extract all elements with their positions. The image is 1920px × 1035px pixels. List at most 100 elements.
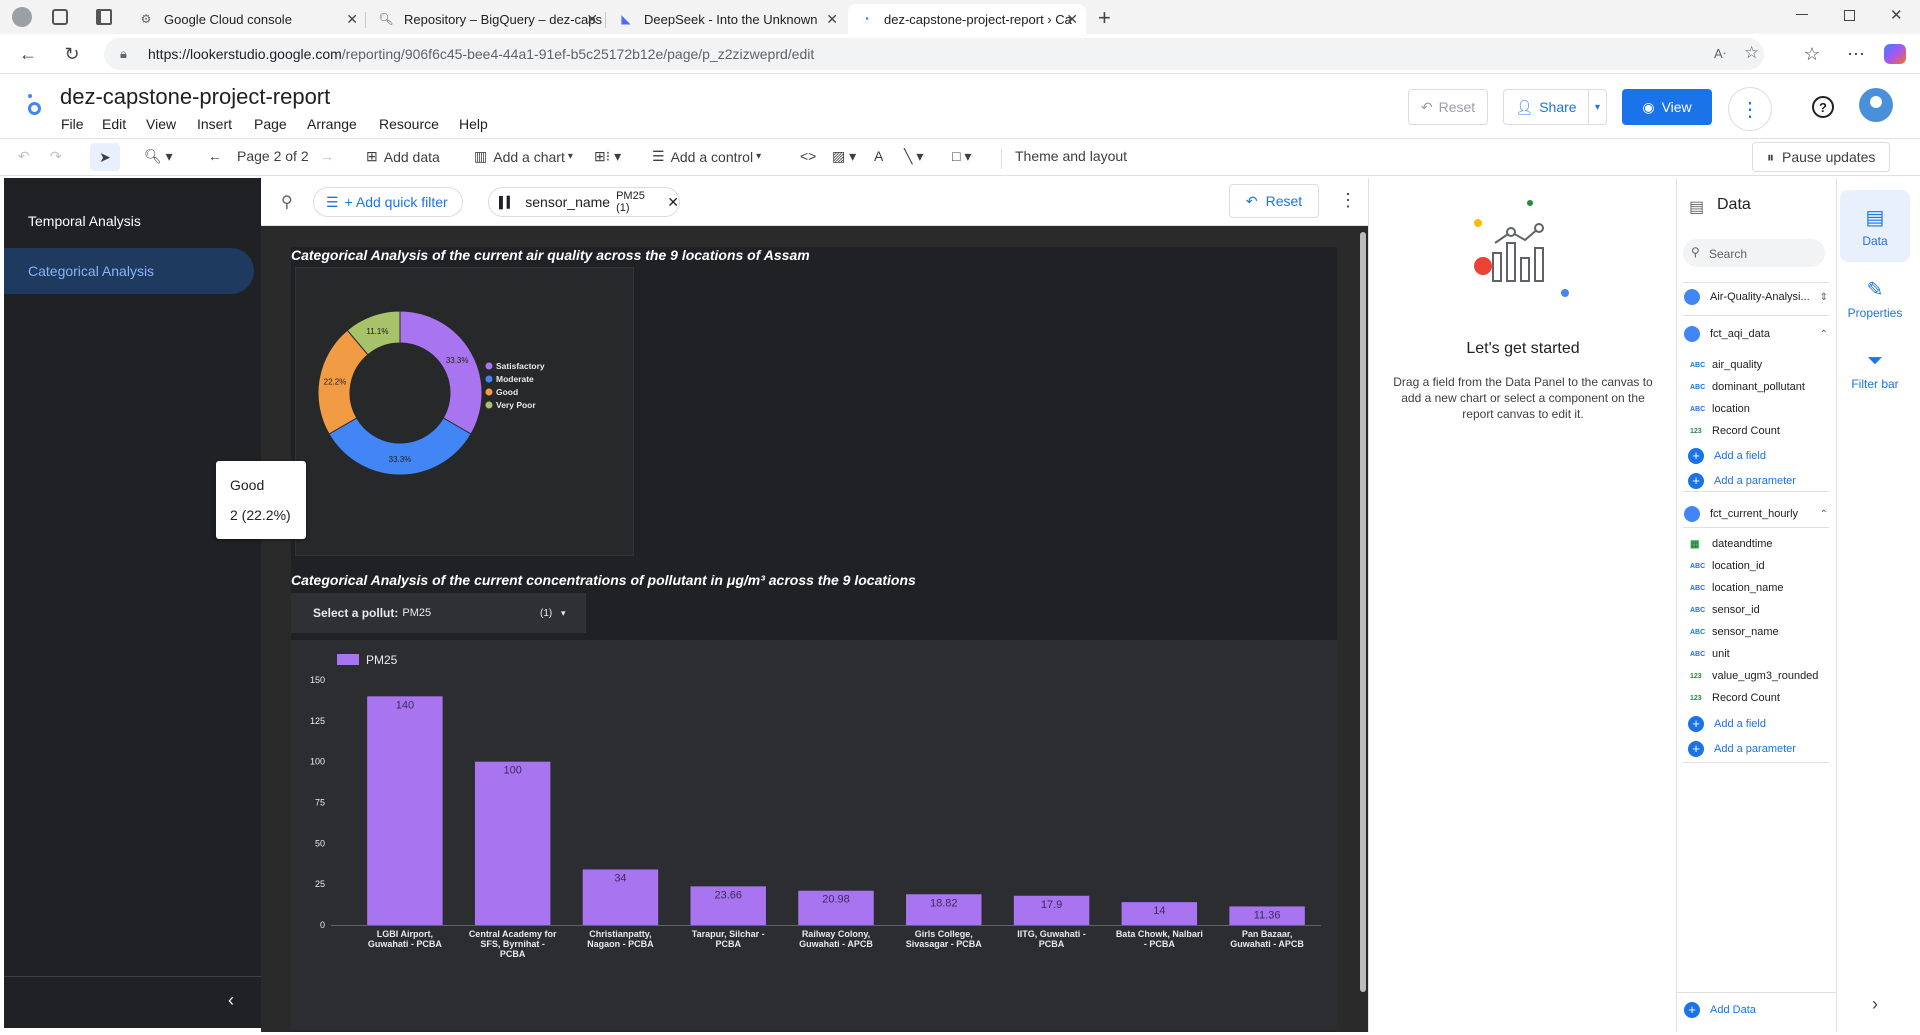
minimize-icon[interactable]: [1796, 14, 1808, 15]
back-icon[interactable]: ←: [16, 42, 40, 66]
view-button[interactable]: ◉ View: [1622, 89, 1712, 125]
reload-icon[interactable]: ↻: [60, 42, 84, 66]
field-sensor-name[interactable]: ABC sensor_name: [1690, 626, 1779, 638]
restore-icon[interactable]: [1844, 10, 1855, 21]
field-value-ugm3-rounded[interactable]: 123 value_ugm3_rounded: [1690, 670, 1818, 682]
avatar[interactable]: [1859, 88, 1893, 122]
field-sensor-id[interactable]: ABC sensor_id: [1690, 604, 1760, 616]
pause-updates-button[interactable]: ⏸ Pause updates: [1752, 142, 1891, 172]
field-record-count-2[interactable]: 123 Record Count: [1690, 692, 1780, 704]
filter-icon[interactable]: ⚲: [281, 192, 293, 212]
field-dominant-pollutant[interactable]: ABC dominant_pollutant: [1690, 381, 1805, 393]
data-search-field[interactable]: ⚲ Search: [1683, 239, 1825, 267]
browser-tab-bigquery[interactable]: 🔍︎ Repository – BigQuery – dez-caps ✕: [368, 4, 606, 34]
browser-tab-deepseek[interactable]: ◣ DeepSeek - Into the Unknown ✕: [608, 4, 846, 34]
chevron-right-icon[interactable]: ›: [1872, 994, 1878, 1015]
share-dropdown-button[interactable]: ▾: [1589, 89, 1607, 125]
add-field-link-2[interactable]: + Add a field: [1688, 716, 1766, 732]
page-indicator: Page 2 of 2: [237, 148, 309, 164]
reset-button[interactable]: ↶ Reset: [1408, 89, 1488, 125]
menu-help[interactable]: Help: [459, 116, 488, 132]
add-control-button[interactable]: ☰ Add a control ▾: [652, 148, 761, 165]
field-location-id[interactable]: ABC location_id: [1690, 560, 1765, 572]
add-data-button[interactable]: ⊞ Add data: [366, 148, 440, 165]
report-title[interactable]: dez-capstone-project-report: [60, 84, 330, 110]
lock-icon[interactable]: 🔒︎: [120, 46, 127, 62]
read-aloud-icon[interactable]: Aᐧ: [1714, 46, 1726, 62]
image-icon[interactable]: ▨ ▾: [832, 148, 856, 165]
menu-insert[interactable]: Insert: [197, 116, 232, 132]
add-parameter-link[interactable]: + Add a parameter: [1688, 473, 1796, 489]
eye-icon: ◉: [1642, 98, 1655, 115]
close-icon[interactable]: ✕: [586, 11, 598, 28]
close-icon[interactable]: ✕: [346, 11, 358, 28]
field-unit[interactable]: ABC unit: [1690, 648, 1730, 660]
field-location[interactable]: ABC location: [1690, 403, 1750, 415]
field-location-name[interactable]: ABC location_name: [1690, 582, 1784, 594]
add-chart-button[interactable]: ▥ Add a chart ▾: [474, 148, 573, 165]
tab-actions-icon[interactable]: [96, 9, 112, 25]
page-item-categorical-analysis[interactable]: Categorical Analysis: [4, 248, 254, 294]
menu-file[interactable]: File: [61, 116, 84, 132]
copilot-icon[interactable]: [1884, 44, 1906, 64]
window-close-icon[interactable]: ✕: [1890, 6, 1903, 24]
looker-studio-logo[interactable]: [24, 92, 42, 118]
filter-reset-button[interactable]: ↶ Reset: [1229, 184, 1319, 218]
tab-properties[interactable]: ✎ Properties: [1840, 262, 1910, 334]
workspaces-icon[interactable]: [52, 9, 68, 25]
shape-icon[interactable]: □ ▾: [952, 148, 971, 165]
menu-resource[interactable]: Resource: [379, 116, 439, 132]
previous-page-icon[interactable]: ←: [208, 148, 222, 164]
more-icon[interactable]: ⋯: [1844, 42, 1868, 66]
add-quick-filter-button[interactable]: ☰ + Add quick filter: [313, 187, 463, 217]
redo-icon[interactable]: ↷: [50, 148, 62, 165]
add-parameter-link-2[interactable]: + Add a parameter: [1688, 741, 1796, 757]
page-item-temporal-analysis[interactable]: Temporal Analysis: [4, 198, 254, 244]
collapse-panel-icon[interactable]: ‹: [228, 990, 234, 1011]
field-record-count[interactable]: 123 Record Count: [1690, 425, 1780, 437]
next-page-icon[interactable]: →: [320, 148, 334, 164]
profile-icon[interactable]: [12, 7, 32, 27]
data-source-air-quality[interactable]: Air-Quality-Analysi... ⇕: [1684, 284, 1834, 310]
browser-tab-looker-active[interactable]: ◔ dez-capstone-project-report › Ca ✕: [848, 4, 1086, 34]
filter-chip-sensor-name[interactable]: ▌▍ sensor_name PM25 (1) ✕: [488, 187, 680, 217]
menu-arrange[interactable]: Arrange: [307, 116, 357, 132]
line-icon[interactable]: ╲ ▾: [904, 148, 923, 165]
data-source-fct-aqi-data[interactable]: fct_aqi_data ⌃: [1684, 321, 1834, 347]
new-tab-icon[interactable]: +: [1098, 5, 1111, 31]
canvas-scrollbar[interactable]: [1360, 232, 1366, 992]
text-box-icon[interactable]: A: [874, 148, 883, 164]
x-tick-label: IITG, Guwahati -: [1017, 929, 1086, 939]
help-icon[interactable]: ?: [1812, 96, 1834, 118]
menu-view[interactable]: View: [146, 116, 176, 132]
undo-icon[interactable]: ↶: [18, 148, 30, 165]
theme-and-layout-button[interactable]: Theme and layout: [1015, 148, 1127, 164]
close-icon[interactable]: ✕: [1066, 11, 1078, 28]
browser-tab-bar: ⚙ Google Cloud console ✕ 🔍︎ Repository –…: [0, 0, 1920, 34]
favorite-star-icon[interactable]: ☆: [1744, 43, 1759, 63]
pollutant-selector[interactable]: Select a pollut: PM25 (1) ▾: [291, 593, 586, 633]
field-dateandtime[interactable]: ▦ dateandtime: [1690, 538, 1773, 550]
more-vert-icon[interactable]: ⋮: [1339, 190, 1357, 211]
favorites-icon[interactable]: ☆: [1800, 42, 1824, 66]
add-field-link[interactable]: + Add a field: [1688, 448, 1766, 464]
url-field[interactable]: 🔒︎ https://lookerstudio.google.com/repor…: [104, 38, 1764, 70]
browser-tab-cloud-console[interactable]: ⚙ Google Cloud console ✕: [128, 4, 366, 34]
community-viz-button[interactable]: ⊞⁝ ▾: [594, 148, 621, 165]
menu-page[interactable]: Page: [254, 116, 287, 132]
tab-filter-bar[interactable]: ⏷ Filter bar: [1840, 334, 1910, 406]
select-pointer-icon[interactable]: ➤: [90, 143, 120, 171]
data-source-fct-current-hourly[interactable]: fct_current_hourly ⌃: [1684, 501, 1834, 527]
tab-data[interactable]: ▤ Data: [1840, 190, 1910, 262]
share-button[interactable]: 👤︎ Share: [1503, 89, 1589, 125]
more-options-icon[interactable]: ⋮: [1728, 87, 1772, 131]
close-icon[interactable]: ✕: [826, 11, 838, 28]
zoom-icon[interactable]: 🔍︎ ▾: [144, 148, 173, 165]
embed-code-icon[interactable]: <>: [800, 148, 816, 164]
remove-filter-icon[interactable]: ✕: [667, 194, 679, 211]
bar-chart[interactable]: PM25 0 25 50 75 100 125 150 140 LGBI Airport, Guwa…: [291, 640, 1337, 1030]
add-data-link[interactable]: + Add Data: [1684, 1002, 1756, 1018]
field-air-quality[interactable]: ABC air_quality: [1690, 359, 1762, 371]
donut-chart[interactable]: 33.3% 33.3% 22.2% 11.1% Satisfactory Moderate…: [295, 267, 634, 556]
menu-edit[interactable]: Edit: [102, 116, 126, 132]
